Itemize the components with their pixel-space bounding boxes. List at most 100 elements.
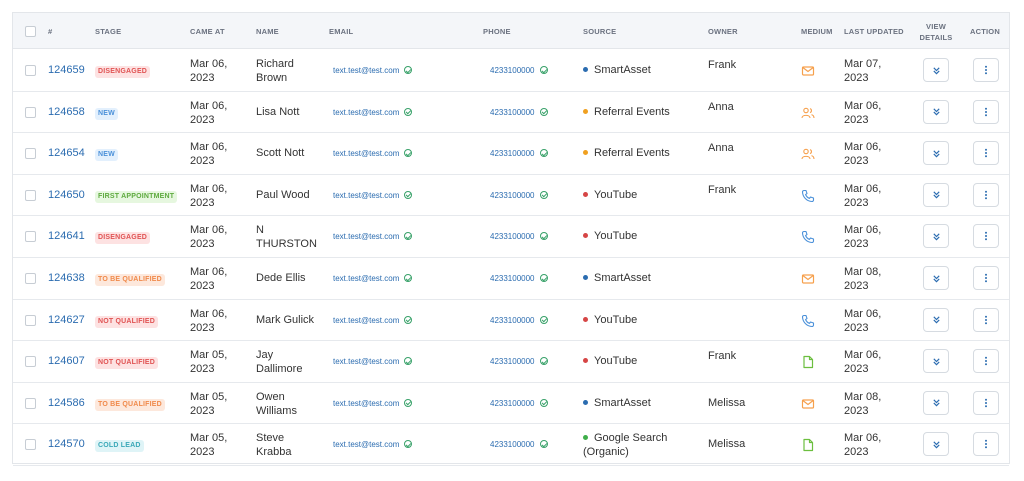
- email-address[interactable]: text.test@test.com: [333, 440, 399, 449]
- phone-number[interactable]: 4233100000: [490, 149, 535, 158]
- phone-number[interactable]: 4233100000: [490, 399, 535, 408]
- row-checkbox[interactable]: [25, 356, 36, 368]
- phone-cell[interactable]: 4233100000: [490, 355, 548, 369]
- email-address[interactable]: text.test@test.com: [333, 149, 399, 158]
- table-row[interactable]: 124641 DISENGAGED Mar 06, 2023 N THURSTO…: [13, 216, 1009, 258]
- view-details-button[interactable]: [923, 58, 949, 82]
- phone-cell[interactable]: 4233100000: [490, 230, 548, 244]
- row-actions-button[interactable]: [973, 99, 999, 124]
- phone-cell[interactable]: 4233100000: [490, 147, 548, 161]
- row-checkbox[interactable]: [25, 273, 36, 284]
- row-actions-button[interactable]: [973, 432, 999, 457]
- lead-id-link[interactable]: 124659: [48, 63, 85, 77]
- col-header-email[interactable]: EMAIL: [329, 27, 353, 36]
- col-header-name[interactable]: NAME: [256, 27, 279, 36]
- email-cell[interactable]: text.test@test.com: [333, 147, 413, 161]
- phone-cell[interactable]: 4233100000: [490, 272, 548, 286]
- lead-id-link[interactable]: 124627: [48, 313, 85, 327]
- col-header-source[interactable]: SOURCE: [583, 27, 616, 36]
- email-cell[interactable]: text.test@test.com: [333, 397, 413, 411]
- table-row[interactable]: 124607 NOT QUALIFIED Mar 05, 2023 Jay Da…: [13, 341, 1009, 383]
- phone-cell[interactable]: 4233100000: [490, 189, 548, 203]
- phone-cell[interactable]: 4233100000: [490, 64, 548, 78]
- phone-cell[interactable]: 4233100000: [490, 314, 548, 328]
- row-checkbox[interactable]: [25, 148, 36, 160]
- phone-cell[interactable]: 4233100000: [490, 438, 548, 452]
- table-row[interactable]: 124658 NEW Mar 06, 2023 Lisa Nott text.t…: [13, 92, 1009, 134]
- view-details-button[interactable]: [923, 266, 949, 290]
- phone-number[interactable]: 4233100000: [490, 316, 535, 325]
- view-details-button[interactable]: [923, 182, 949, 207]
- col-header-number[interactable]: #: [48, 27, 52, 36]
- phone-cell[interactable]: 4233100000: [490, 106, 548, 120]
- view-details-button[interactable]: [923, 307, 949, 332]
- email-cell[interactable]: text.test@test.com: [333, 106, 413, 120]
- view-details-button[interactable]: [923, 432, 949, 457]
- email-cell[interactable]: text.test@test.com: [333, 272, 413, 286]
- col-header-stage[interactable]: STAGE: [95, 27, 121, 36]
- lead-id-link[interactable]: 124638: [48, 271, 85, 285]
- email-cell[interactable]: text.test@test.com: [333, 314, 413, 328]
- phone-number[interactable]: 4233100000: [490, 191, 535, 200]
- table-row[interactable]: 124654 NEW Mar 06, 2023 Scott Nott text.…: [13, 133, 1009, 175]
- phone-number[interactable]: 4233100000: [490, 232, 535, 241]
- row-checkbox[interactable]: [25, 439, 36, 451]
- lead-id-link[interactable]: 124586: [48, 396, 85, 410]
- phone-number[interactable]: 4233100000: [490, 66, 535, 75]
- view-details-button[interactable]: [923, 99, 949, 124]
- lead-id-link[interactable]: 124650: [48, 188, 85, 202]
- col-header-medium[interactable]: MEDIUM: [801, 27, 833, 36]
- row-checkbox[interactable]: [25, 65, 36, 76]
- email-cell[interactable]: text.test@test.com: [333, 355, 413, 369]
- row-checkbox[interactable]: [25, 314, 36, 326]
- email-address[interactable]: text.test@test.com: [333, 108, 399, 117]
- lead-id-link[interactable]: 124658: [48, 105, 85, 119]
- email-address[interactable]: text.test@test.com: [333, 399, 399, 408]
- phone-number[interactable]: 4233100000: [490, 108, 535, 117]
- email-cell[interactable]: text.test@test.com: [333, 438, 413, 452]
- row-checkbox[interactable]: [25, 106, 36, 118]
- table-row[interactable]: 124659 DISENGAGED Mar 06, 2023 Richard B…: [13, 50, 1009, 92]
- email-cell[interactable]: text.test@test.com: [333, 189, 413, 203]
- phone-number[interactable]: 4233100000: [490, 274, 535, 283]
- lead-id-link[interactable]: 124570: [48, 437, 85, 451]
- col-header-owner[interactable]: OWNER: [708, 27, 738, 36]
- view-details-button[interactable]: [923, 141, 949, 166]
- col-header-phone[interactable]: PHONE: [483, 27, 511, 36]
- row-actions-button[interactable]: [973, 307, 999, 332]
- table-row[interactable]: 124650 FIRST APPOINTMENT Mar 06, 2023 Pa…: [13, 175, 1009, 217]
- row-checkbox[interactable]: [25, 189, 36, 201]
- email-address[interactable]: text.test@test.com: [333, 191, 399, 200]
- phone-number[interactable]: 4233100000: [490, 357, 535, 366]
- lead-id-link[interactable]: 124641: [48, 229, 85, 243]
- row-actions-button[interactable]: [973, 182, 999, 207]
- email-cell[interactable]: text.test@test.com: [333, 230, 413, 244]
- lead-id-link[interactable]: 124654: [48, 146, 85, 160]
- lead-id-link[interactable]: 124607: [48, 354, 85, 368]
- row-actions-button[interactable]: [973, 141, 999, 166]
- row-actions-button[interactable]: [973, 58, 999, 82]
- email-address[interactable]: text.test@test.com: [333, 66, 399, 75]
- row-actions-button[interactable]: [973, 349, 999, 374]
- view-details-button[interactable]: [923, 349, 949, 374]
- table-row[interactable]: 124570 COLD LEAD Mar 05, 2023 Steve Krab…: [13, 424, 1009, 466]
- table-row[interactable]: 124638 TO BE QUALIFIED Mar 06, 2023 Dede…: [13, 258, 1009, 300]
- table-row[interactable]: 124627 NOT QUALIFIED Mar 06, 2023 Mark G…: [13, 300, 1009, 342]
- row-checkbox[interactable]: [25, 231, 36, 243]
- row-actions-button[interactable]: [973, 266, 999, 290]
- row-checkbox[interactable]: [25, 397, 36, 409]
- col-header-came-at[interactable]: CAME AT: [190, 27, 225, 36]
- col-header-view-details[interactable]: VIEW DETAILS: [919, 21, 953, 43]
- row-actions-button[interactable]: [973, 224, 999, 249]
- phone-number[interactable]: 4233100000: [490, 440, 535, 449]
- row-actions-button[interactable]: [973, 390, 999, 415]
- table-row[interactable]: 124586 TO BE QUALIFIED Mar 05, 2023 Owen…: [13, 383, 1009, 425]
- email-address[interactable]: text.test@test.com: [333, 274, 399, 283]
- phone-cell[interactable]: 4233100000: [490, 397, 548, 411]
- select-all-checkbox[interactable]: [25, 26, 36, 37]
- view-details-button[interactable]: [923, 224, 949, 249]
- email-address[interactable]: text.test@test.com: [333, 357, 399, 366]
- col-header-action[interactable]: ACTION: [970, 27, 1000, 36]
- view-details-button[interactable]: [923, 390, 949, 415]
- email-address[interactable]: text.test@test.com: [333, 316, 399, 325]
